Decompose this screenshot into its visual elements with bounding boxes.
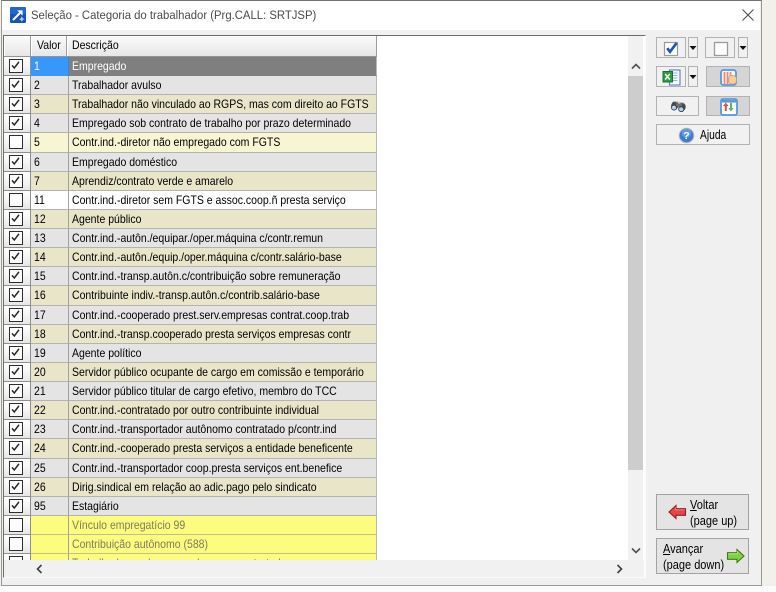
svg-text:?: ? bbox=[683, 130, 689, 142]
